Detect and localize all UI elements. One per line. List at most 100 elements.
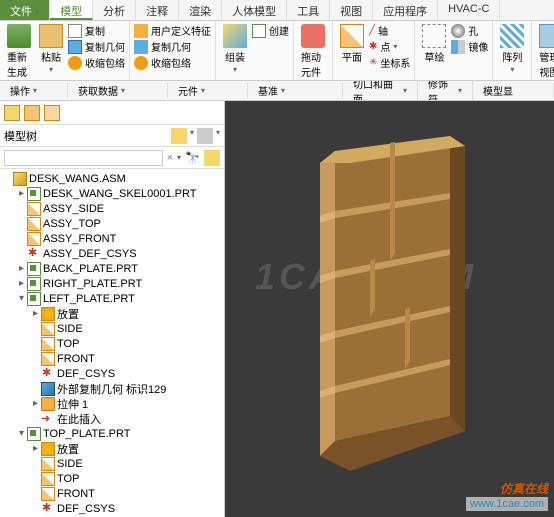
- toggle-icon[interactable]: ▾: [16, 293, 27, 304]
- regenerate-button[interactable]: 重新生成▾: [4, 23, 34, 81]
- tree-node[interactable]: DESK_WANG.ASM: [2, 171, 222, 186]
- node-label: DEF_CSYS: [57, 368, 115, 380]
- favorites-tab-icon[interactable]: [44, 105, 60, 121]
- csys-button[interactable]: ✳坐标系: [369, 55, 410, 70]
- tree-node[interactable]: ASSY_FRONT: [2, 231, 222, 246]
- drag-component-button[interactable]: 拖动元件: [298, 23, 328, 80]
- toggle-icon[interactable]: ▸: [16, 188, 27, 199]
- tree-filter-icon[interactable]: [171, 128, 187, 144]
- viewport-3d[interactable]: 1CAE.COM: [225, 101, 554, 517]
- tree-node[interactable]: 外部复制几何 标识129: [2, 381, 222, 396]
- tab-annotate[interactable]: 注释: [136, 0, 179, 20]
- tree-node[interactable]: ASSY_DEF_CSYS: [2, 246, 222, 261]
- tree-node[interactable]: TOP: [2, 471, 222, 486]
- group-label-getdata[interactable]: 获取数据 ▾: [68, 83, 168, 98]
- toggle-icon[interactable]: ▸: [30, 308, 41, 319]
- tree-node[interactable]: FRONT: [2, 351, 222, 366]
- tree-node[interactable]: ▸ 放置: [2, 441, 222, 456]
- chevron-down-icon[interactable]: ▾: [216, 128, 220, 144]
- tree-node[interactable]: DEF_CSYS: [2, 501, 222, 516]
- tab-file[interactable]: 文件 ▾: [0, 0, 50, 20]
- group-label-cut[interactable]: 切口和曲面 ▾: [343, 81, 418, 101]
- node-icon: [41, 442, 55, 456]
- udf-button[interactable]: 用户定义特征: [134, 23, 211, 38]
- node-label: DESK_WANG_SKEL0001.PRT: [43, 188, 196, 200]
- group-label-operation[interactable]: 操作 ▾: [0, 83, 68, 98]
- node-icon: [41, 382, 55, 396]
- clear-icon[interactable]: ×: [167, 152, 173, 164]
- group-label-component[interactable]: 元件 ▾: [168, 83, 248, 98]
- group-label-modeldisplay[interactable]: 模型显: [473, 83, 554, 98]
- tab-render[interactable]: 渲染: [179, 0, 222, 20]
- node-label: FRONT: [57, 488, 95, 500]
- node-label: 放置: [57, 441, 79, 457]
- point-button[interactable]: ✱点 ▾: [369, 39, 410, 54]
- chevron-down-icon[interactable]: ▾: [190, 128, 194, 144]
- toggle-icon[interactable]: ▸: [16, 278, 27, 289]
- create-button[interactable]: 创建: [252, 23, 289, 38]
- tree-node[interactable]: 在此插入: [2, 411, 222, 426]
- group-label-modifier[interactable]: 修饰符 ▾: [418, 81, 473, 101]
- tab-analyze[interactable]: 分析: [93, 0, 136, 20]
- bookshelf-model[interactable]: [295, 131, 475, 471]
- model-tree[interactable]: DESK_WANG.ASM▸DESK_WANG_SKEL0001.PRTASSY…: [0, 169, 224, 517]
- tree-node[interactable]: DEF_CSYS: [2, 366, 222, 381]
- hole-button[interactable]: 孔: [451, 23, 488, 38]
- tree-node[interactable]: ▸放置: [2, 306, 222, 321]
- tree-node[interactable]: ASSY_TOP: [2, 216, 222, 231]
- pattern-button[interactable]: 阵列▾: [497, 23, 527, 75]
- tree-node[interactable]: TOP: [2, 336, 222, 351]
- tree-settings-icon[interactable]: [197, 128, 213, 144]
- node-label: ASSY_DEF_CSYS: [43, 248, 137, 260]
- copy-geometry-button-2[interactable]: 复制几何: [134, 39, 211, 54]
- node-label: FRONT: [57, 353, 95, 365]
- mirror-button[interactable]: 镜像: [451, 39, 488, 54]
- ribbon-group-datum: 平面 ╱轴 ✱点 ▾ ✳坐标系: [333, 21, 415, 80]
- tree-tab-icon[interactable]: [4, 105, 20, 121]
- copy-button[interactable]: 复制: [68, 23, 125, 38]
- assemble-button[interactable]: 组装▾: [220, 23, 250, 75]
- search-input[interactable]: [4, 150, 163, 166]
- tree-node[interactable]: ASSY_SIDE: [2, 201, 222, 216]
- group-label-datum[interactable]: 基准 ▾: [248, 83, 343, 98]
- paste-button[interactable]: 粘贴▾: [36, 23, 66, 75]
- tree-node[interactable]: ▸BACK_PLATE.PRT: [2, 261, 222, 276]
- chevron-down-icon[interactable]: ▾: [177, 153, 181, 162]
- tab-model[interactable]: 模型: [50, 0, 93, 20]
- tab-hvac[interactable]: HVAC-C: [438, 0, 500, 20]
- sidebar-view-tabs: [0, 101, 224, 125]
- toggle-icon[interactable]: ▾: [16, 428, 27, 439]
- plane-button[interactable]: 平面: [337, 23, 367, 65]
- sidebar-search-row: × ▾ 🔭: [0, 147, 224, 169]
- sketch-button[interactable]: 草绘: [419, 23, 449, 65]
- node-icon: [41, 322, 55, 336]
- manage-views-button[interactable]: 管理视图: [536, 23, 554, 80]
- tab-tool[interactable]: 工具: [287, 0, 330, 20]
- node-icon: [41, 502, 55, 516]
- tree-node[interactable]: ▾LEFT_PLATE.PRT: [2, 291, 222, 306]
- tree-node[interactable]: SIDE: [2, 456, 222, 471]
- tab-app[interactable]: 应用程序: [373, 0, 438, 20]
- node-icon: [13, 172, 27, 186]
- tree-node[interactable]: ▸拉伸 1: [2, 396, 222, 411]
- tree-node[interactable]: ▸ DESK_WANG_SKEL0001.PRT: [2, 186, 222, 201]
- toggle-icon[interactable]: ▸: [30, 443, 41, 454]
- tree-node[interactable]: ▾TOP_PLATE.PRT: [2, 426, 222, 441]
- toggle-icon[interactable]: ▸: [16, 263, 27, 274]
- tree-node[interactable]: ▸RIGHT_PLATE.PRT: [2, 276, 222, 291]
- toggle-icon[interactable]: ▸: [30, 398, 41, 409]
- shrinkwrap-button[interactable]: 收缩包络: [68, 55, 125, 70]
- binoculars-icon[interactable]: 🔭: [185, 151, 200, 165]
- filter-icon[interactable]: [204, 150, 220, 166]
- shrinkwrap-button-2[interactable]: 收缩包络: [134, 55, 211, 70]
- tree-node[interactable]: FRONT: [2, 486, 222, 501]
- tab-view[interactable]: 视图: [330, 0, 373, 20]
- node-label: TOP: [57, 473, 79, 485]
- node-icon: [41, 337, 55, 351]
- copy-geometry-button[interactable]: 复制几何: [68, 39, 125, 54]
- tab-manikin[interactable]: 人体模型: [222, 0, 287, 20]
- ribbon-group-operation: 重新生成▾ 粘贴▾ 复制 复制几何 收缩包络: [0, 21, 130, 80]
- axis-button[interactable]: ╱轴: [369, 23, 410, 38]
- tree-node[interactable]: SIDE: [2, 321, 222, 336]
- folder-tab-icon[interactable]: [24, 105, 40, 121]
